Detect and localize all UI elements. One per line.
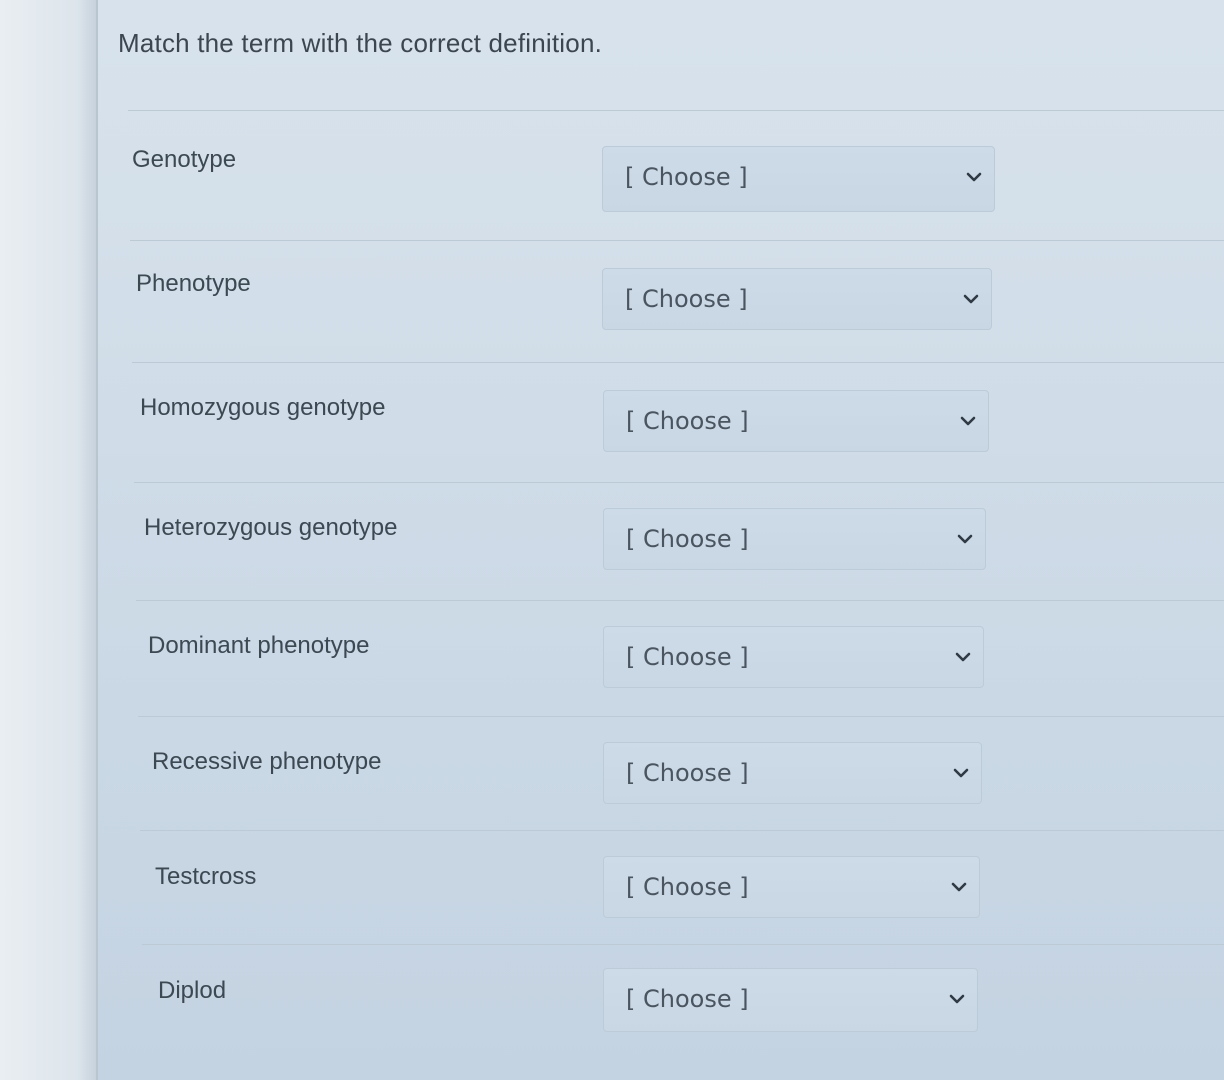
- definition-select[interactable]: [ Choose ]: [603, 742, 982, 804]
- select-value: [ Choose ]: [626, 759, 749, 787]
- row-divider: [142, 944, 1224, 945]
- definition-select[interactable]: [ Choose ]: [603, 508, 986, 570]
- row-divider: [134, 482, 1224, 483]
- chevron-down-icon: [951, 882, 967, 892]
- select-value: [ Choose ]: [625, 163, 748, 191]
- row-divider: [138, 716, 1224, 717]
- term-label: Diplod: [158, 977, 227, 1004]
- row-divider: [128, 110, 1224, 111]
- select-value: [ Choose ]: [626, 985, 749, 1013]
- term-label: Heterozygous genotype: [144, 514, 398, 541]
- chevron-down-icon: [955, 652, 971, 662]
- select-value: [ Choose ]: [626, 873, 749, 901]
- question-text: Match the term with the correct definiti…: [118, 28, 603, 58]
- chevron-down-icon: [953, 768, 969, 778]
- left-gutter: [0, 0, 96, 1080]
- definition-select[interactable]: [ Choose ]: [603, 968, 978, 1032]
- row-divider: [136, 600, 1224, 601]
- chevron-down-icon: [960, 416, 976, 426]
- row-divider: [140, 830, 1224, 831]
- select-value: [ Choose ]: [626, 525, 749, 553]
- definition-select[interactable]: [ Choose ]: [602, 268, 992, 330]
- select-value: [ Choose ]: [626, 643, 749, 671]
- chevron-down-icon: [957, 534, 973, 544]
- definition-select[interactable]: [ Choose ]: [603, 626, 984, 688]
- definition-select[interactable]: [ Choose ]: [603, 390, 989, 452]
- term-label: Genotype: [132, 146, 237, 173]
- term-label: Dominant phenotype: [148, 632, 370, 659]
- term-label: Recessive phenotype: [152, 748, 382, 775]
- select-value: [ Choose ]: [626, 407, 749, 435]
- term-label: Homozygous genotype: [140, 394, 386, 421]
- chevron-down-icon: [963, 294, 979, 304]
- select-value: [ Choose ]: [625, 285, 748, 313]
- chevron-down-icon: [949, 994, 965, 1004]
- row-divider: [130, 240, 1224, 241]
- definition-select[interactable]: [ Choose ]: [603, 856, 980, 918]
- row-divider: [132, 362, 1224, 363]
- term-label: Testcross: [155, 863, 257, 890]
- definition-select[interactable]: [ Choose ]: [602, 146, 995, 212]
- chevron-down-icon: [966, 172, 982, 182]
- term-label: Phenotype: [136, 270, 251, 297]
